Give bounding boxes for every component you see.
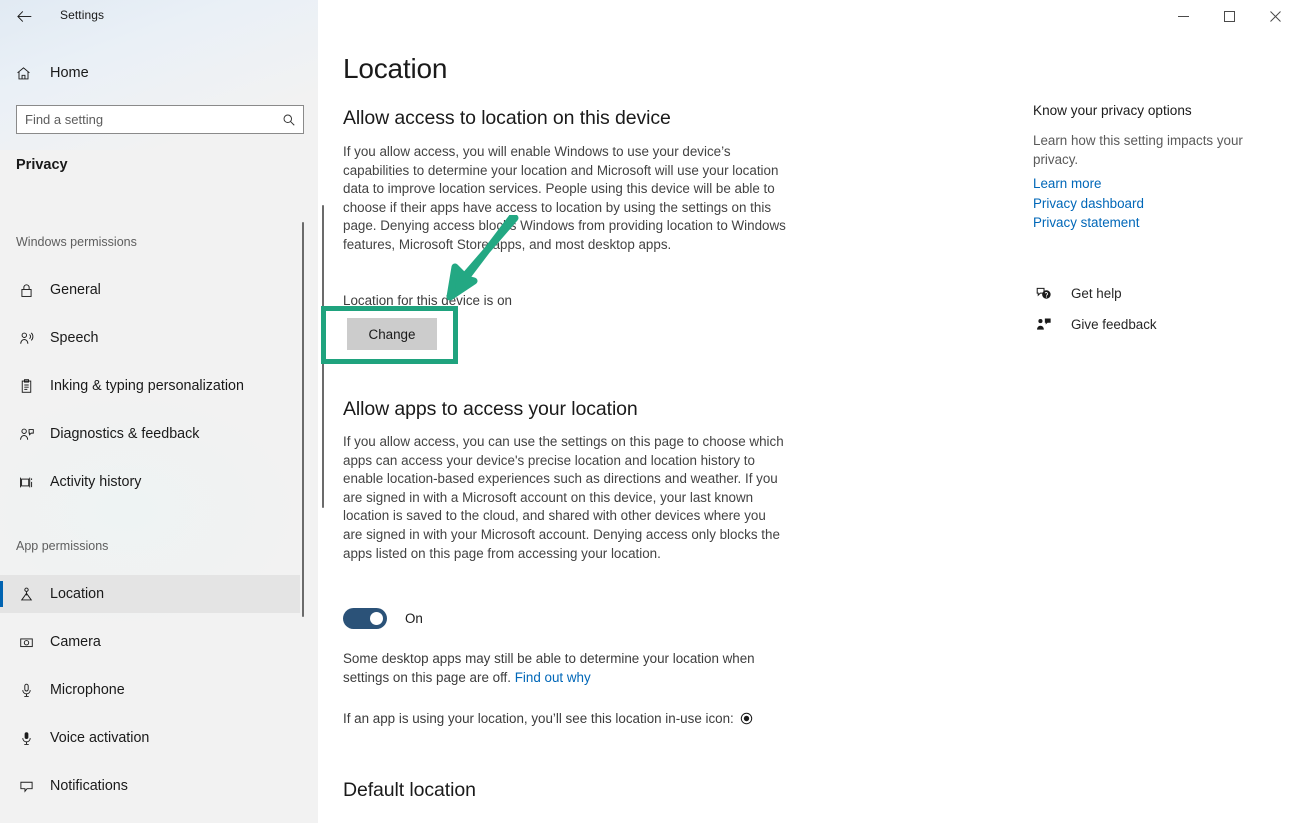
search-input[interactable]	[17, 112, 275, 127]
notification-bubble-icon	[16, 776, 36, 796]
toggle-state-label: On	[405, 611, 423, 626]
sidebar-item-label: Microphone	[50, 682, 125, 698]
sidebar-item-diagnostics-feedback[interactable]: Diagnostics & feedback	[0, 415, 300, 453]
change-button[interactable]: Change	[347, 318, 437, 350]
sidebar-item-activity-history[interactable]: Activity history	[0, 463, 300, 501]
clipboard-pen-icon	[16, 376, 36, 396]
back-button[interactable]	[8, 2, 40, 30]
home-icon	[15, 65, 39, 82]
section-heading-default-location: Default location	[343, 779, 476, 801]
content-scrollbar[interactable]	[322, 205, 324, 508]
close-button[interactable]	[1252, 0, 1298, 32]
sidebar-item-general[interactable]: General	[0, 271, 300, 309]
sidebar-group-heading-app-permissions: App permissions	[16, 539, 109, 553]
activity-history-icon	[16, 472, 36, 492]
sidebar-item-home[interactable]: Home	[0, 57, 300, 89]
sidebar-item-label: Inking & typing personalization	[50, 378, 244, 394]
sidebar-item-label: Camera	[50, 634, 101, 650]
sidebar-item-speech[interactable]: Speech	[0, 319, 300, 357]
sidebar-item-label: General	[50, 282, 101, 298]
microphone-icon	[16, 680, 36, 700]
toggle-knob	[370, 612, 383, 625]
settings-window: Home Privacy Windows permissions General	[0, 0, 1298, 823]
minimize-button[interactable]	[1160, 0, 1206, 32]
search-icon[interactable]	[275, 106, 303, 133]
window-controls	[1160, 0, 1298, 32]
sidebar-item-notifications[interactable]: Notifications	[0, 767, 300, 805]
find-out-why-link[interactable]: Find out why	[515, 670, 591, 685]
sidebar-home-label: Home	[50, 65, 89, 81]
learn-more-link[interactable]: Learn more	[1033, 174, 1144, 194]
location-in-use-icon	[740, 712, 753, 725]
section-paragraph-device-access: If you allow access, you will enable Win…	[343, 144, 786, 252]
lock-icon	[16, 280, 36, 300]
feedback-person-icon	[1033, 315, 1053, 335]
sidebar-category-title: Privacy	[16, 157, 68, 173]
sidebar-item-location[interactable]: Location	[0, 575, 300, 613]
sidebar-group-heading-windows-permissions: Windows permissions	[16, 235, 137, 249]
give-feedback-action[interactable]: Give feedback	[1033, 309, 1157, 340]
sidebar-item-label: Location	[50, 586, 105, 602]
location-pin-icon	[16, 584, 36, 604]
give-feedback-label: Give feedback	[1071, 317, 1157, 332]
apps-location-toggle-row[interactable]: On	[343, 608, 423, 629]
right-panel-actions: Get help Give feedback	[1033, 278, 1157, 340]
sidebar-item-label: Activity history	[50, 474, 142, 490]
sidebar-item-label: Notifications	[50, 778, 128, 794]
section-heading-device-access: Allow access to location on this device	[343, 107, 671, 129]
sidebar: Home Privacy Windows permissions General	[0, 0, 318, 823]
speech-person-icon	[16, 328, 36, 348]
maximize-button[interactable]	[1206, 0, 1252, 32]
question-chat-icon	[1033, 284, 1053, 304]
voice-activation-icon	[16, 728, 36, 748]
person-feedback-icon	[16, 424, 36, 444]
location-in-use-line: If an app is using your location, you’ll…	[343, 711, 753, 726]
privacy-dashboard-link[interactable]: Privacy dashboard	[1033, 194, 1144, 214]
page-title: Location	[343, 53, 448, 84]
location-status-text: Location for this device is on	[343, 293, 512, 308]
title-bar: Settings	[0, 0, 1298, 32]
privacy-statement-link[interactable]: Privacy statement	[1033, 213, 1144, 233]
sidebar-item-label: Speech	[50, 330, 99, 346]
camera-icon	[16, 632, 36, 652]
sidebar-item-camera[interactable]: Camera	[0, 623, 300, 661]
right-info-panel: Know your privacy options Learn how this…	[1033, 0, 1298, 823]
right-panel-description: Learn how this setting impacts your priv…	[1033, 133, 1243, 167]
main-content: Location Allow access to location on thi…	[318, 0, 1298, 823]
section-paragraph-apps-access: If you allow access, you can use the set…	[343, 434, 784, 561]
get-help-label: Get help	[1071, 286, 1122, 301]
sidebar-scrollbar[interactable]	[302, 222, 304, 617]
right-panel-links: Learn more Privacy dashboard Privacy sta…	[1033, 174, 1144, 233]
location-in-use-text: If an app is using your location, you’ll…	[343, 711, 734, 726]
search-box[interactable]	[16, 105, 304, 134]
sidebar-item-inking-typing[interactable]: Inking & typing personalization	[0, 367, 300, 405]
sidebar-item-voice-activation[interactable]: Voice activation	[0, 719, 300, 757]
section-heading-apps-access: Allow apps to access your location	[343, 398, 638, 420]
sidebar-item-microphone[interactable]: Microphone	[0, 671, 300, 709]
sidebar-item-label: Voice activation	[50, 730, 150, 746]
app-title: Settings	[60, 8, 105, 22]
desktop-apps-note: Some desktop apps may still be able to d…	[343, 650, 793, 687]
get-help-action[interactable]: Get help	[1033, 278, 1157, 309]
apps-location-toggle[interactable]	[343, 608, 387, 629]
right-panel-title: Know your privacy options	[1033, 103, 1192, 118]
sidebar-item-label: Diagnostics & feedback	[50, 426, 200, 442]
